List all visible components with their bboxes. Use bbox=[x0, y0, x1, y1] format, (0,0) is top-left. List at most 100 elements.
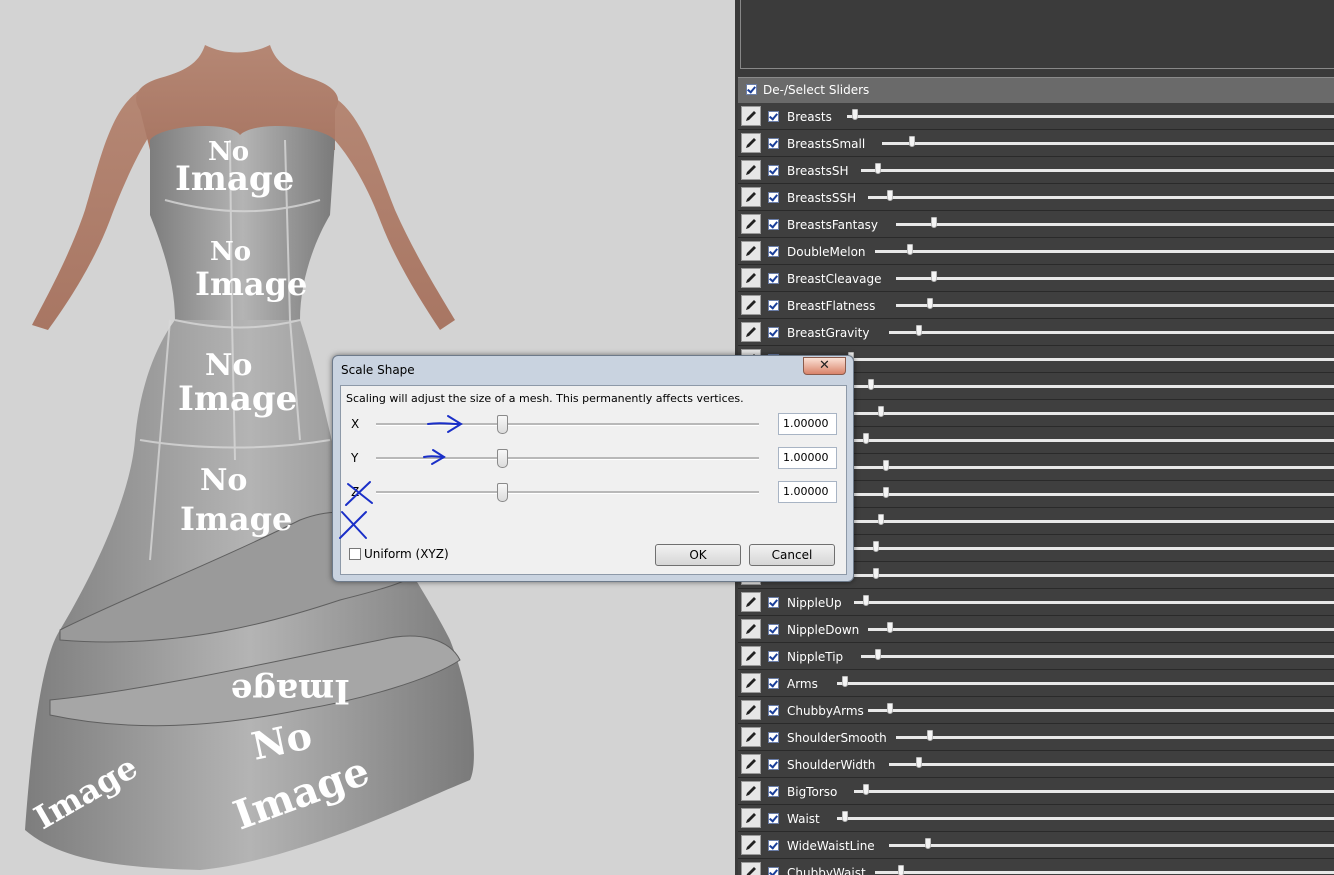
slider-checkbox[interactable] bbox=[768, 246, 779, 257]
edit-slider-button[interactable] bbox=[741, 727, 761, 747]
slider-checkbox[interactable] bbox=[768, 300, 779, 311]
slider-track[interactable] bbox=[853, 601, 1334, 604]
slider-checkbox[interactable] bbox=[768, 219, 779, 230]
slider-track[interactable] bbox=[868, 628, 1334, 631]
slider-thumb[interactable] bbox=[886, 622, 893, 633]
slider-checkbox[interactable] bbox=[768, 732, 779, 743]
axis-value-input[interactable]: 1.00000 bbox=[778, 481, 837, 503]
slider-track[interactable] bbox=[896, 304, 1334, 307]
slider-checkbox[interactable] bbox=[768, 138, 779, 149]
cancel-button[interactable]: Cancel bbox=[749, 544, 835, 566]
slider-thumb[interactable] bbox=[898, 865, 905, 875]
edit-slider-button[interactable] bbox=[741, 133, 761, 153]
slider-checkbox[interactable] bbox=[768, 327, 779, 338]
edit-slider-button[interactable] bbox=[741, 673, 761, 693]
slider-checkbox[interactable] bbox=[768, 813, 779, 824]
slider-thumb[interactable] bbox=[877, 406, 884, 417]
slider-checkbox[interactable] bbox=[768, 111, 779, 122]
axis-slider-thumb[interactable] bbox=[497, 449, 509, 468]
slider-thumb[interactable] bbox=[931, 271, 938, 282]
slider-thumb[interactable] bbox=[886, 703, 893, 714]
slider-track[interactable] bbox=[838, 520, 1334, 523]
slider-checkbox[interactable] bbox=[768, 624, 779, 635]
slider-checkbox[interactable] bbox=[768, 597, 779, 608]
slider-thumb[interactable] bbox=[851, 109, 858, 120]
slider-thumb[interactable] bbox=[927, 730, 934, 741]
edit-slider-button[interactable] bbox=[741, 808, 761, 828]
slider-thumb[interactable] bbox=[867, 379, 874, 390]
edit-slider-button[interactable] bbox=[741, 187, 761, 207]
edit-slider-button[interactable] bbox=[741, 862, 761, 875]
edit-slider-button[interactable] bbox=[741, 646, 761, 666]
slider-track[interactable] bbox=[868, 196, 1334, 199]
slider-thumb[interactable] bbox=[931, 217, 938, 228]
slider-checkbox[interactable] bbox=[768, 651, 779, 662]
slider-track[interactable] bbox=[896, 736, 1334, 739]
edit-slider-button[interactable] bbox=[741, 295, 761, 315]
axis-slider-thumb[interactable] bbox=[497, 415, 509, 434]
slider-track[interactable] bbox=[846, 115, 1334, 118]
slider-track[interactable] bbox=[860, 169, 1334, 172]
slider-thumb[interactable] bbox=[862, 433, 869, 444]
slider-checkbox[interactable] bbox=[768, 705, 779, 716]
slider-track[interactable] bbox=[889, 844, 1334, 847]
slider-thumb[interactable] bbox=[877, 514, 884, 525]
slider-track[interactable] bbox=[838, 574, 1334, 577]
slider-track[interactable] bbox=[896, 223, 1334, 226]
select-all-checkbox[interactable] bbox=[746, 84, 757, 95]
slider-thumb[interactable] bbox=[924, 838, 931, 849]
slider-thumb[interactable] bbox=[875, 649, 882, 660]
slider-track[interactable] bbox=[837, 682, 1334, 685]
edit-slider-button[interactable] bbox=[741, 835, 761, 855]
slider-track[interactable] bbox=[837, 817, 1334, 820]
slider-track[interactable] bbox=[853, 790, 1334, 793]
slider-thumb[interactable] bbox=[841, 676, 848, 687]
slider-checkbox[interactable] bbox=[768, 192, 779, 203]
edit-slider-button[interactable] bbox=[741, 268, 761, 288]
edit-slider-button[interactable] bbox=[741, 214, 761, 234]
edit-slider-button[interactable] bbox=[741, 160, 761, 180]
slider-checkbox[interactable] bbox=[768, 840, 779, 851]
slider-track[interactable] bbox=[889, 763, 1334, 766]
slider-track[interactable] bbox=[875, 250, 1334, 253]
slider-thumb[interactable] bbox=[882, 487, 889, 498]
axis-slider-thumb[interactable] bbox=[497, 483, 509, 502]
slider-track[interactable] bbox=[838, 439, 1334, 442]
axis-slider-track[interactable] bbox=[376, 491, 759, 494]
edit-slider-button[interactable] bbox=[741, 781, 761, 801]
slider-track[interactable] bbox=[868, 709, 1334, 712]
slider-track[interactable] bbox=[838, 547, 1334, 550]
select-all-sliders[interactable]: De-/Select Sliders bbox=[738, 77, 1334, 104]
slider-track[interactable] bbox=[838, 493, 1334, 496]
slider-track[interactable] bbox=[838, 358, 1334, 361]
slider-thumb[interactable] bbox=[927, 298, 934, 309]
edit-slider-button[interactable] bbox=[741, 322, 761, 342]
slider-thumb[interactable] bbox=[875, 163, 882, 174]
slider-thumb[interactable] bbox=[909, 136, 916, 147]
slider-thumb[interactable] bbox=[841, 811, 848, 822]
slider-checkbox[interactable] bbox=[768, 273, 779, 284]
slider-track[interactable] bbox=[889, 331, 1334, 334]
slider-thumb[interactable] bbox=[863, 595, 870, 606]
slider-checkbox[interactable] bbox=[768, 867, 779, 875]
slider-thumb[interactable] bbox=[915, 325, 922, 336]
axis-value-input[interactable]: 1.00000 bbox=[778, 447, 837, 469]
ok-button[interactable]: OK bbox=[655, 544, 741, 566]
slider-thumb[interactable] bbox=[872, 541, 879, 552]
slider-track[interactable] bbox=[896, 277, 1334, 280]
axis-value-input[interactable]: 1.00000 bbox=[778, 413, 837, 435]
slider-thumb[interactable] bbox=[907, 244, 914, 255]
slider-thumb[interactable] bbox=[882, 460, 889, 471]
slider-track[interactable] bbox=[875, 871, 1334, 874]
slider-checkbox[interactable] bbox=[768, 678, 779, 689]
slider-thumb[interactable] bbox=[886, 190, 893, 201]
close-button[interactable]: ✕ bbox=[803, 357, 846, 375]
edit-slider-button[interactable] bbox=[741, 241, 761, 261]
slider-track[interactable] bbox=[838, 466, 1334, 469]
axis-slider-track[interactable] bbox=[376, 457, 759, 460]
uniform-checkbox[interactable] bbox=[349, 548, 361, 560]
edit-slider-button[interactable] bbox=[741, 700, 761, 720]
edit-slider-button[interactable] bbox=[741, 619, 761, 639]
slider-checkbox[interactable] bbox=[768, 759, 779, 770]
slider-thumb[interactable] bbox=[915, 757, 922, 768]
